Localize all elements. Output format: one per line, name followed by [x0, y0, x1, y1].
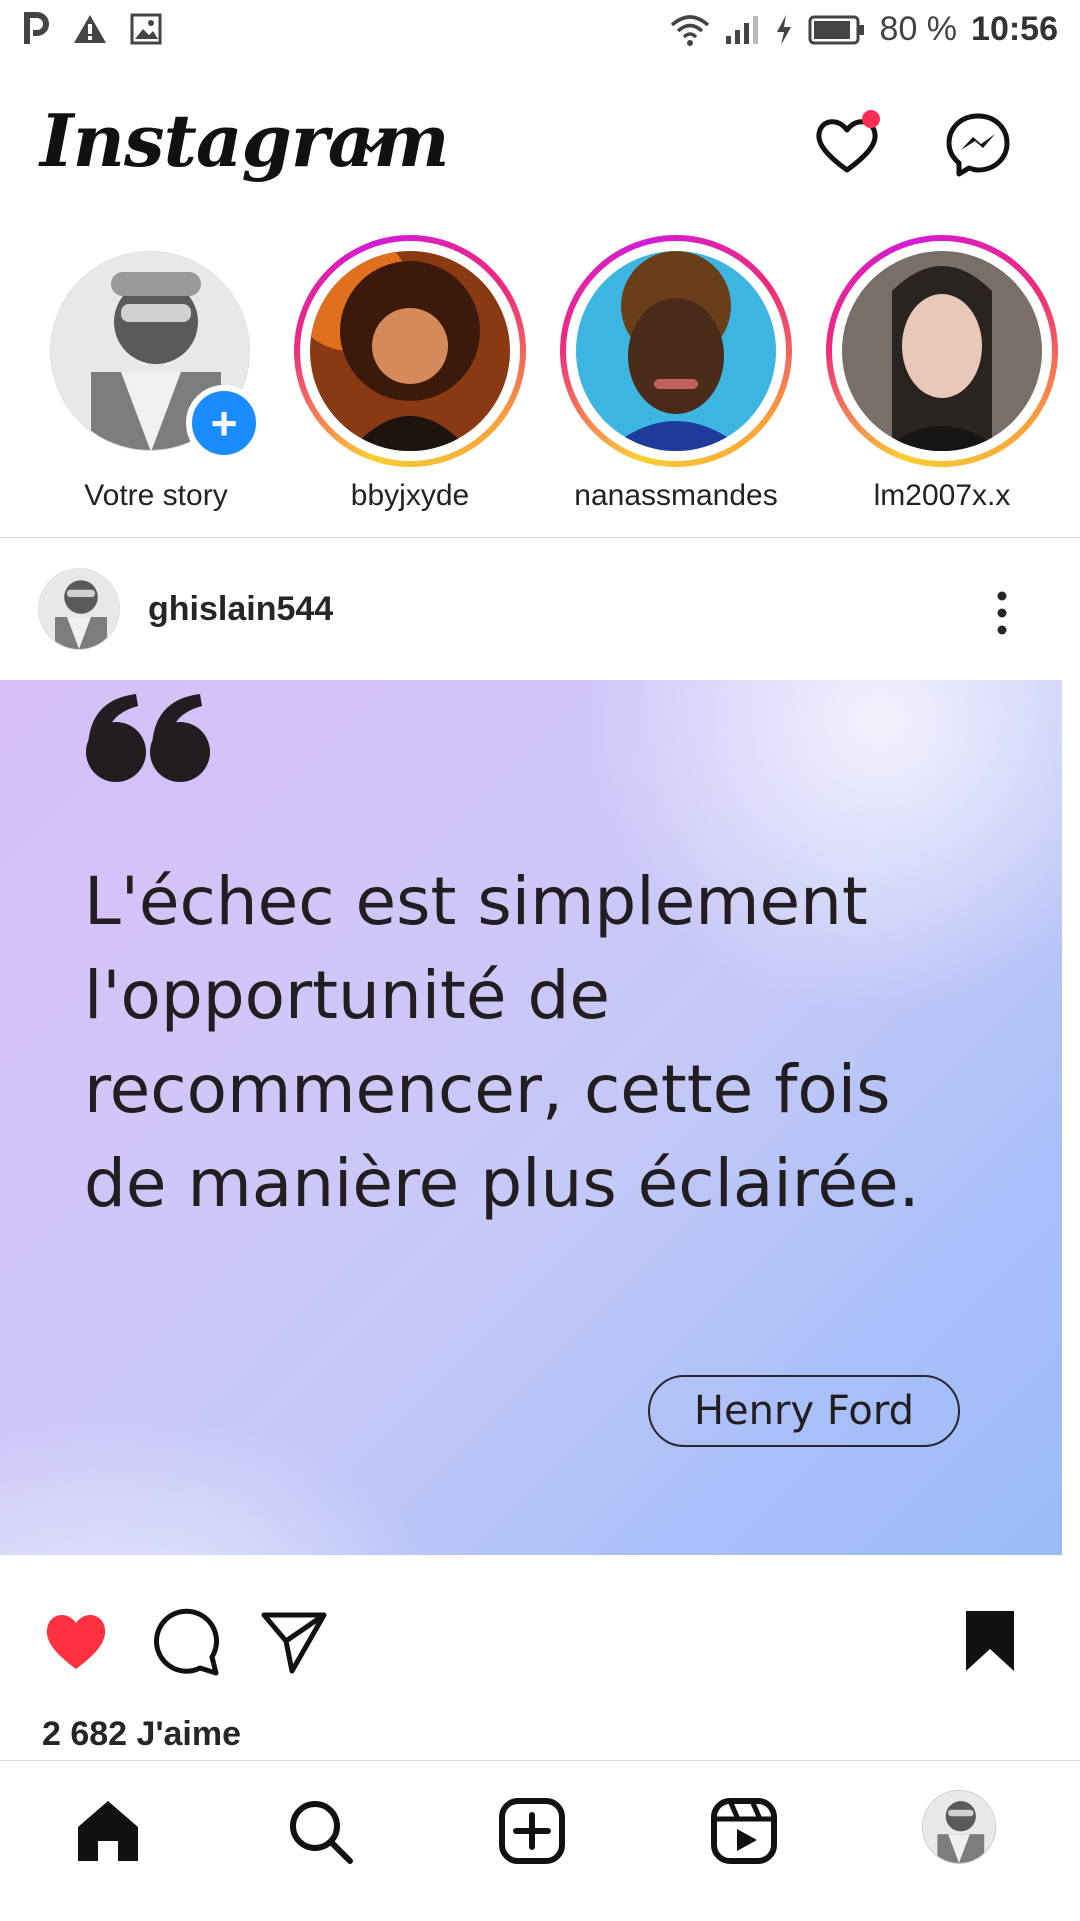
story-name: nanassmandes — [574, 479, 778, 512]
reels-icon[interactable] — [708, 1795, 780, 1867]
parking-icon — [24, 12, 49, 44]
story-name: lm2007x.x — [873, 479, 1011, 512]
post-avatar[interactable] — [38, 568, 120, 650]
like-heart-icon[interactable] — [40, 1605, 112, 1677]
story-name: bbyjxyde — [350, 479, 470, 512]
post-username[interactable]: ghislain544 — [148, 590, 333, 629]
quote-text: L'échec est simplement l'opportunité de … — [84, 863, 920, 1222]
quote-mark-icon — [86, 694, 210, 782]
home-icon[interactable] — [72, 1795, 144, 1867]
story-item[interactable]: nanassmandes — [560, 235, 800, 535]
story-item[interactable]: bbyjxyde — [294, 235, 534, 535]
clock-time: 10:56 — [971, 10, 1058, 48]
story-own[interactable]: + Votre story — [40, 235, 280, 535]
likes-count[interactable]: 2 682 J'aime — [42, 1715, 241, 1754]
image-icon — [130, 13, 162, 45]
quote-author: Henry Ford — [648, 1375, 960, 1447]
story-avatar — [842, 251, 1042, 451]
signal-icon — [725, 15, 758, 44]
add-story-icon[interactable]: + — [186, 385, 262, 461]
story-item[interactable]: lm2007x.x — [826, 235, 1066, 535]
wifi-icon — [670, 14, 709, 46]
status-left — [24, 12, 162, 46]
status-right: 80 % 10:56 — [670, 10, 1058, 49]
profile-avatar[interactable] — [922, 1790, 996, 1864]
search-icon[interactable] — [284, 1795, 356, 1867]
bookmark-icon[interactable] — [954, 1605, 1026, 1677]
charging-icon — [776, 14, 791, 45]
battery-icon — [808, 15, 864, 44]
story-name: Votre story — [84, 479, 228, 512]
status-bar: 80 % 10:56 — [0, 0, 1080, 70]
story-avatar — [310, 251, 510, 451]
post-image[interactable]: L'échec est simplement l'opportunité de … — [0, 680, 1062, 1555]
warning-icon — [74, 15, 106, 43]
messenger-icon[interactable] — [943, 110, 1013, 180]
story-avatar — [576, 251, 776, 451]
stories-divider — [0, 537, 1080, 538]
share-icon[interactable] — [258, 1605, 330, 1677]
more-options-icon[interactable] — [992, 588, 1012, 638]
notification-dot — [862, 110, 880, 128]
comment-icon[interactable] — [150, 1605, 222, 1677]
chevron-down-icon[interactable] — [354, 132, 388, 156]
battery-percent: 80 % — [879, 10, 958, 48]
create-icon[interactable] — [496, 1795, 568, 1867]
